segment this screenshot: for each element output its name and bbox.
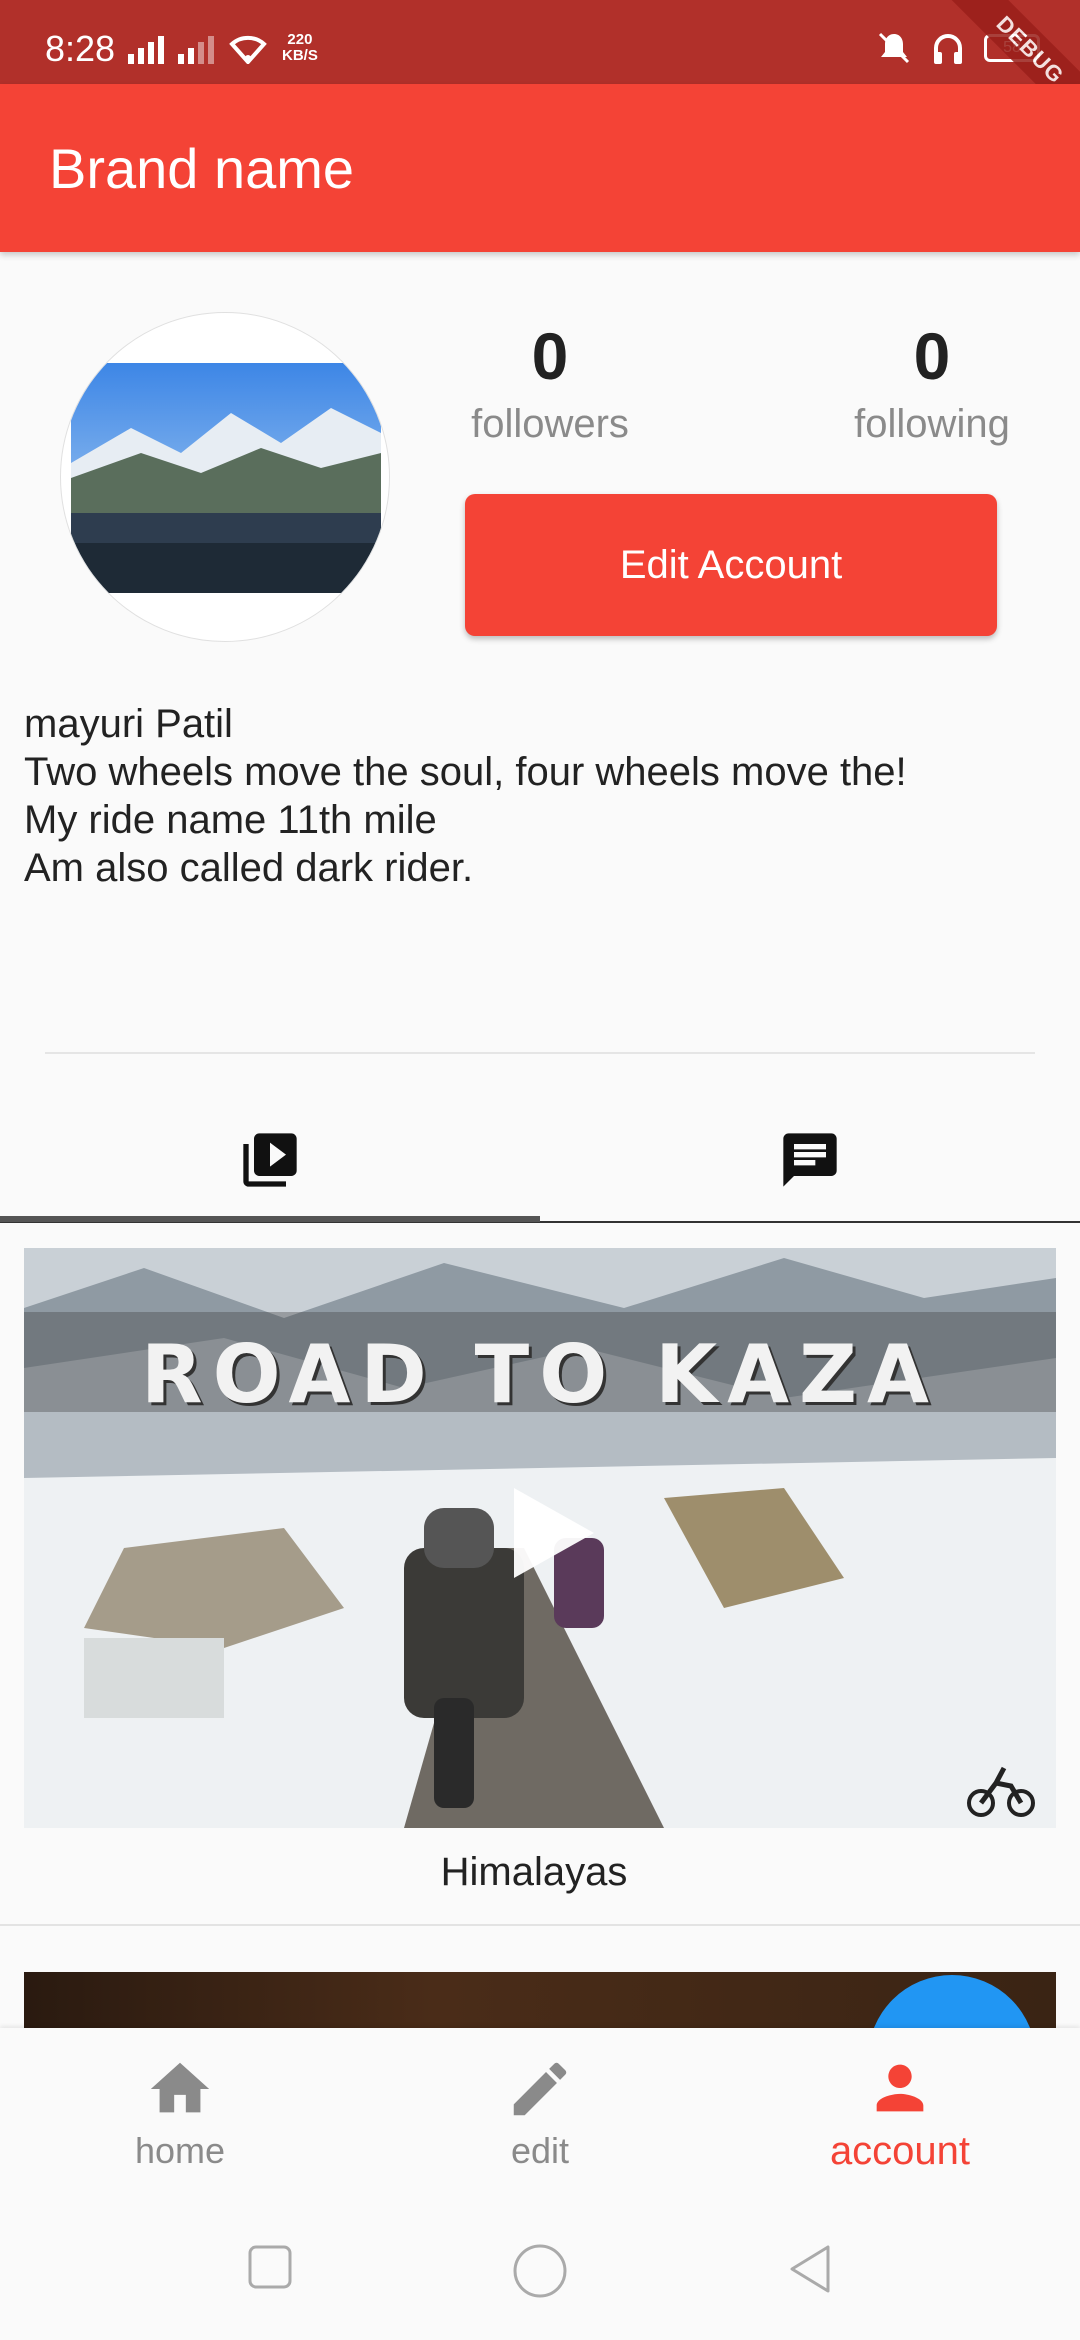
post-caption: Himalayas: [440, 1850, 628, 1894]
back-button-icon[interactable]: [786, 2243, 834, 2295]
signal-icon: [128, 30, 164, 64]
person-icon: [876, 2064, 924, 2111]
profile-name: mayuri Patil: [24, 702, 233, 746]
tab-indicator: [0, 1216, 540, 1222]
thumbnail-title: ROAD TO KAZA: [141, 1328, 939, 1421]
nav-home-label: home: [134, 2130, 226, 2171]
status-icons-left: 220 KB/S: [128, 30, 318, 64]
tab-videos[interactable]: [0, 1100, 540, 1220]
nav-account-label: account: [829, 2128, 971, 2173]
chat-icon: [783, 1133, 837, 1187]
tab-messages[interactable]: [540, 1100, 1080, 1220]
edit-account-button[interactable]: Edit Account: [465, 494, 997, 636]
nav-edit-label: edit: [510, 2130, 570, 2171]
pencil-icon: [513, 2062, 567, 2116]
home-button-icon[interactable]: [512, 2243, 568, 2299]
nav-home[interactable]: home: [0, 2028, 360, 2198]
avatar-photo: [71, 363, 381, 593]
profile-avatar[interactable]: [60, 312, 390, 642]
bio-line: Am also called dark rider.: [24, 846, 474, 890]
status-bar: 8:28 220 KB/S 58 DEBUG: [0, 0, 1080, 142]
following-stat[interactable]: 0 following: [812, 318, 1052, 447]
section-divider: [45, 1052, 1035, 1054]
nav-account[interactable]: account: [720, 2028, 1080, 2198]
app-title: Brand name: [49, 137, 355, 200]
app-bar: Brand name: [0, 84, 1080, 252]
video-library-icon: [243, 1133, 297, 1187]
system-navigation-bar: [0, 2198, 1080, 2340]
followers-stat[interactable]: 0 followers: [430, 318, 670, 447]
nav-edit[interactable]: edit: [360, 2028, 720, 2198]
profile-bio: mayuri Patil Two wheels move the soul, f…: [24, 700, 907, 892]
post-divider: [0, 1924, 1080, 1926]
net-speed: 220 KB/S: [282, 31, 318, 64]
motorcycle-icon: [967, 1766, 1035, 1817]
bottom-navigation: home edit account: [0, 2028, 1080, 2198]
bio-line: My ride name 11th mile: [24, 798, 437, 842]
post-video-thumbnail[interactable]: ROAD TO KAZA: [24, 1248, 1056, 1828]
bio-line: Two wheels move the soul, four wheels mo…: [24, 750, 907, 794]
wifi-icon: [229, 35, 267, 64]
signal-icon: [178, 30, 214, 64]
following-count: 0: [913, 319, 951, 393]
recents-button-icon[interactable]: [246, 2243, 294, 2291]
status-time: 8:28: [45, 28, 116, 69]
following-label: following: [854, 402, 1010, 446]
headphones-icon: [934, 34, 962, 64]
followers-count: 0: [531, 319, 569, 393]
mute-vibrate-icon: [878, 32, 910, 64]
home-icon: [150, 2062, 210, 2113]
followers-label: followers: [471, 402, 629, 446]
